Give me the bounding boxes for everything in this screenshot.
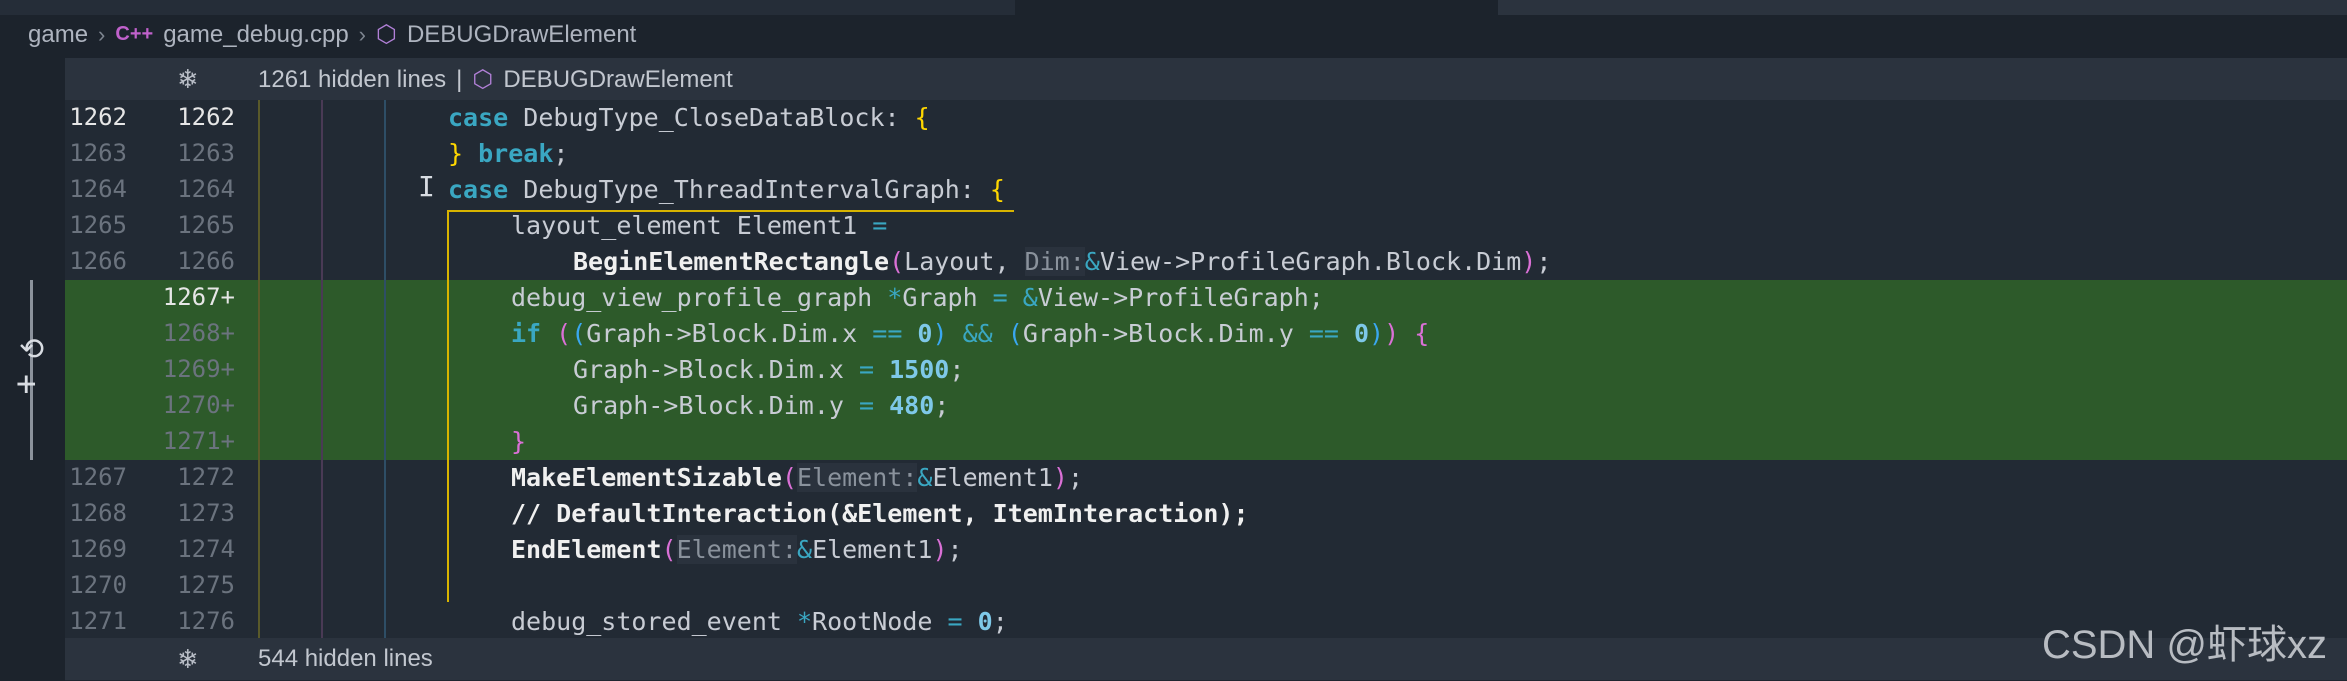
code-line[interactable]: 1266 1266 BeginElementRectangle(Layout, … <box>65 244 2347 280</box>
new-line-number: 1273 <box>177 499 235 527</box>
hidden-lines-bar-top[interactable]: ❄ 1261 hidden lines | ⬡ DEBUGDrawElement <box>65 58 2347 100</box>
new-line-number: 1263 <box>177 139 235 167</box>
breadcrumb-bar: game › C++ game_debug.cpp › ⬡ DEBUGDrawE… <box>0 0 2347 58</box>
indent-guide <box>384 100 386 638</box>
old-line-number: 1266 <box>69 247 127 275</box>
separator: | <box>456 65 463 93</box>
new-line-number: 1269+ <box>162 355 235 383</box>
new-line-number: 1271+ <box>162 427 235 455</box>
unfold-icon[interactable]: ❄ <box>177 64 199 95</box>
added-code-line[interactable]: 1271+ } <box>65 424 2347 460</box>
code-line[interactable]: 1263 1263 } break; <box>65 136 2347 172</box>
breadcrumb-folder[interactable]: game <box>28 21 88 49</box>
bracket-scope-guide <box>447 210 1014 602</box>
old-line-number: 1263 <box>69 139 127 167</box>
added-code-line[interactable]: 1267+ debug_view_profile_graph *Graph = … <box>65 280 2347 316</box>
new-line-number: 1274 <box>177 535 235 563</box>
indent-guide <box>321 100 323 638</box>
cube-icon: ⬡ <box>376 21 397 48</box>
code-line[interactable]: 1267 1272 MakeElementSizable(Element:&El… <box>65 460 2347 496</box>
chevron-right-icon: › <box>358 21 366 47</box>
old-line-number: 1269 <box>69 535 127 563</box>
old-line-number: 1268 <box>69 499 127 527</box>
hidden-lines-count: 544 hidden lines <box>258 645 433 672</box>
tab-strip <box>0 0 1015 15</box>
breadcrumb: game › C++ game_debug.cpp › ⬡ DEBUGDrawE… <box>28 20 636 49</box>
new-line-number: 1265 <box>177 211 235 239</box>
code-line[interactable]: 1269 1274 EndElement(Element:&Element1); <box>65 532 2347 568</box>
added-code-line[interactable]: 1268+ if ((Graph->Block.Dim.x == 0) && (… <box>65 316 2347 352</box>
new-line-number: 1264 <box>177 175 235 203</box>
old-line-number: 1271 <box>69 607 127 635</box>
undo-icon[interactable]: ⟲ <box>19 332 44 367</box>
breadcrumb-file[interactable]: game_debug.cpp <box>163 21 348 49</box>
code-line[interactable]: 1264 1264 case DebugType_ThreadIntervalG… <box>65 172 2347 208</box>
new-line-number: 1262 <box>177 103 235 131</box>
code-text: } break; <box>448 139 569 168</box>
new-line-number: 1268+ <box>162 319 235 347</box>
old-line-number: 1264 <box>69 175 127 203</box>
watermark: CSDN @虾球xz <box>2041 623 2327 667</box>
old-line-number: 1270 <box>69 571 127 599</box>
unfold-icon[interactable]: ❄ <box>177 644 199 675</box>
new-line-number: 1272 <box>177 463 235 491</box>
old-line-number: 1262 <box>69 103 127 131</box>
cpp-file-icon: C++ <box>115 23 154 45</box>
inlay-hint: Dim: <box>1024 247 1085 276</box>
code-line[interactable]: 1265 1265 layout_element Element1 = <box>65 208 2347 244</box>
code-line[interactable]: 1271 1276 debug_stored_event *RootNode =… <box>65 604 2347 640</box>
code-text: debug_stored_event *RootNode = 0; <box>511 607 1008 636</box>
text-cursor-icon: I <box>418 170 435 203</box>
plus-icon[interactable]: + <box>16 364 36 404</box>
old-line-number: 1265 <box>69 211 127 239</box>
added-code-line[interactable]: 1270+ Graph->Block.Dim.y = 480; <box>65 388 2347 424</box>
hidden-lines-symbol: DEBUGDrawElement <box>503 65 733 93</box>
cube-icon: ⬡ <box>472 66 494 93</box>
new-line-number: 1275 <box>177 571 235 599</box>
new-line-number: 1270+ <box>162 391 235 419</box>
code-text: case DebugType_ThreadIntervalGraph: { <box>448 175 1005 204</box>
hidden-lines-bar-bottom[interactable]: ❄ 544 hidden lines <box>65 638 2347 680</box>
code-line[interactable]: 1270 1275 <box>65 568 2347 604</box>
tab-strip <box>1498 0 2347 15</box>
diff-editor[interactable]: 1262 1262 case DebugType_CloseDataBlock:… <box>65 100 2347 638</box>
code-line[interactable]: 1262 1262 case DebugType_CloseDataBlock:… <box>65 100 2347 136</box>
indent-guide <box>258 100 260 638</box>
chevron-right-icon: › <box>98 21 106 47</box>
added-code-line[interactable]: 1269+ Graph->Block.Dim.x = 1500; <box>65 352 2347 388</box>
code-line[interactable]: 1268 1273 // DefaultInteraction(&Element… <box>65 496 2347 532</box>
hidden-lines-count: 1261 hidden lines <box>258 65 447 93</box>
breadcrumb-symbol[interactable]: DEBUGDrawElement <box>407 21 636 49</box>
old-line-number: 1267 <box>69 463 127 491</box>
new-line-number: 1267+ <box>162 283 235 311</box>
new-line-number: 1266 <box>177 247 235 275</box>
code-text: case DebugType_CloseDataBlock: { <box>448 103 930 132</box>
new-line-number: 1276 <box>177 607 235 635</box>
